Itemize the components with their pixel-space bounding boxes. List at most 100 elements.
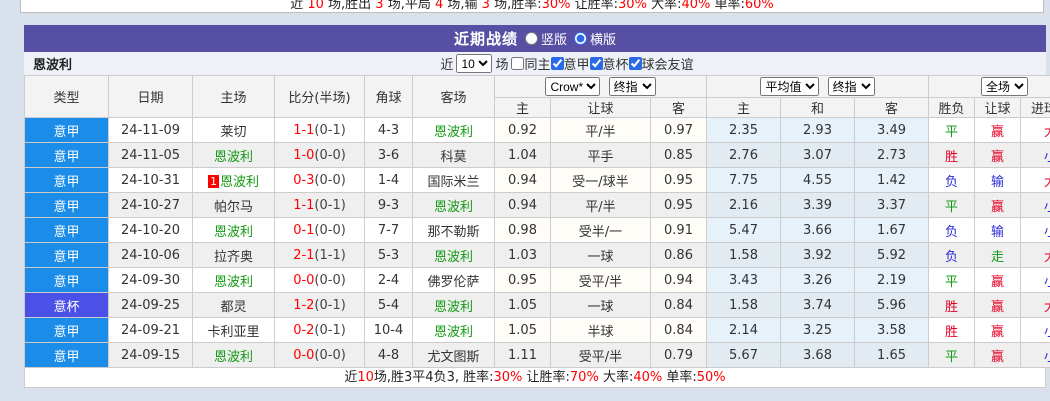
cell-home-team: 卡利亚里: [193, 318, 275, 343]
col-odds-handicap: 让球: [551, 98, 651, 118]
layout-option-horizontal[interactable]: 横版: [574, 29, 616, 48]
cell-avg-home: 7.75: [707, 168, 781, 193]
match-row: 意甲24-09-30恩波利0-0(0-0)2-4佛罗伦萨0.95受平/半0.94…: [25, 268, 1050, 293]
cell-away-team: 尤文图斯: [413, 343, 495, 368]
checkbox-input[interactable]: [590, 57, 603, 70]
cell-result: 平: [929, 268, 975, 293]
filter-checkbox-3[interactable]: 球会友谊: [629, 54, 694, 73]
text-segment: 场,输: [443, 0, 481, 12]
cell-handicap-result: 赢: [975, 193, 1021, 218]
cell-home-team: 拉齐奥: [193, 243, 275, 268]
text-segment: 60%: [745, 0, 774, 12]
match-row: 意甲24-10-311恩波利0-3(0-0)1-4国际米兰0.94受一/球半0.…: [25, 168, 1050, 193]
cell-corner: 7-7: [365, 218, 413, 243]
cell-corner: 5-3: [365, 243, 413, 268]
average-group-header: 平均值 终指: [707, 76, 929, 98]
cell-score: 0-3(0-0): [275, 168, 365, 193]
match-row: 意甲24-09-21卡利亚里0-2(0-1)10-4恩波利1.05半球0.842…: [25, 318, 1050, 343]
cell-handicap-home-odds: 0.95: [495, 268, 551, 293]
cell-result: 平: [929, 343, 975, 368]
filter-checkbox-0[interactable]: 同主: [511, 54, 550, 73]
col-score: 比分(半场): [275, 76, 365, 118]
text-segment: 50%: [697, 370, 726, 385]
average-select[interactable]: 平均值: [760, 77, 819, 96]
cell-handicap-home-odds: 1.05: [495, 318, 551, 343]
away-team-name: 那不勒斯: [427, 225, 479, 240]
col-home: 主场: [193, 76, 275, 118]
cell-handicap-result: 赢: [975, 143, 1021, 168]
cell-league-type: 意甲: [25, 193, 109, 218]
cell-handicap-result: 赢: [975, 268, 1021, 293]
checkbox-input[interactable]: [511, 57, 524, 70]
cell-corner: 4-3: [365, 118, 413, 143]
away-team-name: 恩波利: [434, 125, 473, 140]
layout-option-vertical[interactable]: 竖版: [525, 29, 567, 48]
cell-avg-away: 2.73: [855, 143, 929, 168]
fulltime-score: 0-1: [293, 223, 314, 238]
cell-score: 0-1(0-0): [275, 218, 365, 243]
halftime-score: (1-1): [314, 248, 345, 263]
cell-handicap-away-odds: 0.84: [651, 293, 707, 318]
away-team-name: 佛罗伦萨: [427, 275, 479, 290]
home-team-name: 莱切: [220, 125, 246, 140]
cell-corner: 3-6: [365, 143, 413, 168]
text-segment: 10: [307, 0, 324, 12]
text-segment: 场,胜出: [324, 0, 375, 12]
cell-date: 24-10-31: [109, 168, 193, 193]
cell-avg-draw: 3.26: [781, 268, 855, 293]
cell-avg-away: 2.19: [855, 268, 929, 293]
text-segment: 场,胜3平4负3, 胜率:: [374, 370, 494, 385]
text-segment: 单率:: [710, 0, 745, 12]
cell-handicap-away-odds: 0.97: [651, 118, 707, 143]
cell-handicap-result: 走: [975, 243, 1021, 268]
cell-avg-home: 1.58: [707, 293, 781, 318]
cell-league-type: 意甲: [25, 218, 109, 243]
cell-result: 胜: [929, 293, 975, 318]
cell-result: 负: [929, 243, 975, 268]
cell-corner: 5-4: [365, 293, 413, 318]
cell-date: 24-10-06: [109, 243, 193, 268]
match-scope-select[interactable]: 全场: [981, 77, 1028, 96]
checkbox-label: 意甲: [564, 54, 590, 73]
col-handicap-result: 让球: [975, 98, 1021, 118]
summary-row: 近10场,胜3平4负3, 胜率:30% 让胜率:70% 大率:40% 单率:50…: [24, 368, 1046, 388]
text-segment: 大率:: [647, 0, 682, 12]
halftime-score: (0-0): [314, 348, 345, 363]
cell-league-type: 意甲: [25, 143, 109, 168]
match-count-select[interactable]: 10: [456, 54, 492, 73]
checkbox-label: 球会友谊: [642, 54, 694, 73]
checkbox-input[interactable]: [629, 57, 642, 70]
cell-avg-home: 2.76: [707, 143, 781, 168]
filter-checkbox-2[interactable]: 意杯: [590, 54, 629, 73]
cell-home-team: 恩波利: [193, 268, 275, 293]
text-segment: 大率:: [599, 370, 634, 385]
cell-league-type: 意甲: [25, 243, 109, 268]
halftime-score: (0-0): [314, 223, 345, 238]
matches-suffix-label: 场: [495, 54, 508, 73]
filter-row: 恩波利 近 10 场 同主意甲意杯球会友谊: [24, 52, 1046, 75]
cell-score: 0-0(0-0): [275, 343, 365, 368]
cell-handicap-line: 受一/球半: [551, 168, 651, 193]
halftime-score: (0-1): [314, 298, 345, 313]
filter-checkbox-1[interactable]: 意甲: [551, 54, 590, 73]
horizontal-radio[interactable]: [574, 32, 587, 45]
col-avg-away: 客: [855, 98, 929, 118]
bookmaker-period-select[interactable]: 终指: [609, 77, 656, 96]
text-segment: 单率:: [662, 370, 697, 385]
checkbox-input[interactable]: [551, 57, 564, 70]
col-goals: 进球数: [1021, 98, 1050, 118]
average-period-select[interactable]: 终指: [828, 77, 875, 96]
fulltime-score: 1-1: [293, 198, 314, 213]
cell-avg-draw: 3.92: [781, 243, 855, 268]
cell-corner: 10-4: [365, 318, 413, 343]
cell-handicap-away-odds: 0.91: [651, 218, 707, 243]
cell-score: 1-2(0-1): [275, 293, 365, 318]
fulltime-score: 0-3: [293, 173, 314, 188]
cell-avg-draw: 3.39: [781, 193, 855, 218]
vertical-radio[interactable]: [525, 32, 538, 45]
bookmaker-select[interactable]: Crow*: [545, 77, 600, 96]
recent-results-panel: 近期战绩 竖版 横版 恩波利 近 10 场 同主意甲意杯球会友谊: [24, 25, 1046, 388]
cell-date: 24-11-09: [109, 118, 193, 143]
top-summary-text: 近 10 场,胜出 3 场,平局 4 场,输 3 场,胜率:30% 让胜率:30…: [21, 0, 1043, 12]
cell-avg-home: 3.43: [707, 268, 781, 293]
